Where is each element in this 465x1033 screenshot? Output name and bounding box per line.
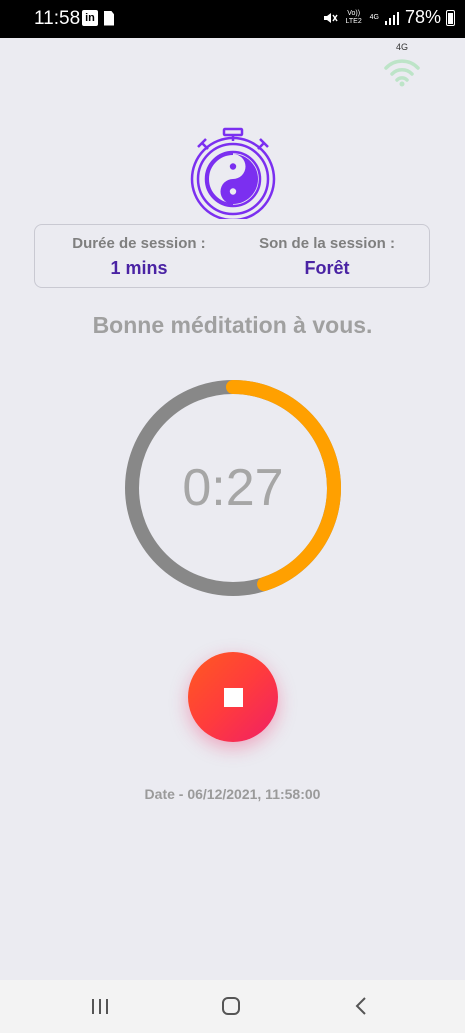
volte-indicator: Vo)) LTE2	[345, 9, 362, 25]
session-duration: Durée de session : 1 mins	[40, 235, 238, 279]
stop-icon	[224, 688, 243, 707]
back-icon	[355, 997, 366, 1015]
session-info-card: Durée de session : 1 mins Son de la sess…	[34, 224, 430, 288]
sound-label: Son de la session :	[259, 235, 395, 252]
wifi-label: 4G	[396, 42, 409, 52]
wifi-icon	[384, 59, 420, 87]
stop-button[interactable]	[188, 652, 278, 742]
battery-icon	[446, 9, 455, 26]
signal-icon	[384, 11, 399, 25]
linkedin-icon: in	[82, 10, 98, 26]
system-nav-bar	[0, 980, 465, 1033]
yin-yang-stopwatch-icon	[190, 127, 276, 219]
network-type: 4G	[369, 13, 379, 21]
battery-percent: 78%	[404, 7, 441, 27]
status-system-icons: Vo)) LTE2 4G 78%	[322, 7, 455, 28]
session-sound: Son de la session : Forêt	[228, 235, 426, 279]
session-date: Date - 06/12/2021, 11:58:00	[144, 786, 321, 802]
sim-card-icon	[104, 10, 114, 26]
recent-apps-icon	[92, 999, 108, 1014]
duration-label: Durée de session :	[72, 235, 206, 252]
timer-display: 0:27	[182, 459, 284, 517]
wifi-indicator: 4G	[382, 42, 422, 88]
status-time: 11:58	[34, 8, 81, 29]
back-button[interactable]	[342, 992, 382, 1022]
status-notifications: in	[82, 10, 114, 26]
status-bar: 11:58 in Vo)) LTE2 4G 78%	[0, 0, 465, 38]
mute-icon	[323, 12, 338, 23]
recent-apps-button[interactable]	[80, 992, 120, 1022]
home-icon	[222, 997, 240, 1015]
sound-value: Forêt	[304, 258, 350, 278]
greeting-text: Bonne méditation à vous.	[92, 312, 373, 338]
home-button[interactable]	[211, 992, 251, 1022]
duration-value: 1 mins	[110, 258, 168, 278]
